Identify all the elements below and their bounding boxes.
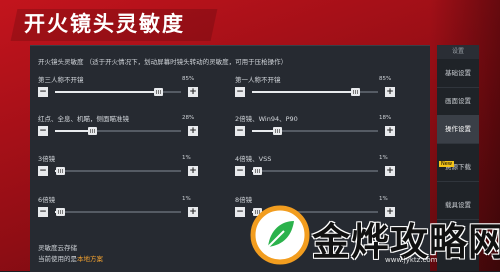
sidebar-item-controls[interactable]: 操作设置 — [437, 115, 479, 144]
slider-track[interactable] — [55, 88, 181, 96]
slider-label: 2倍镜、Win94、P90 — [235, 115, 298, 123]
increase-button[interactable]: + — [188, 126, 198, 136]
decrease-button[interactable]: − — [235, 126, 245, 136]
increase-button[interactable]: + — [385, 87, 395, 97]
slider-fill — [252, 91, 360, 93]
page-title: 开火镜头灵敏度 — [24, 12, 185, 36]
slider-value: 85% — [379, 76, 392, 82]
slider-track[interactable] — [55, 208, 181, 216]
slider-track[interactable] — [55, 127, 181, 135]
slider-track[interactable] — [252, 167, 378, 175]
slider-label: 6倍镜 — [38, 196, 56, 204]
slider-label: 8倍镜 — [235, 196, 253, 204]
sidebar-item-basic[interactable]: 基础设置 — [437, 59, 479, 88]
cloud-status-prefix: 当前使用的是 — [38, 255, 77, 263]
decrease-button[interactable]: − — [235, 166, 245, 176]
new-badge: New — [439, 161, 454, 167]
increase-button[interactable]: + — [188, 166, 198, 176]
slider-fill — [252, 130, 275, 132]
slider-value: 85% — [182, 76, 195, 82]
slider-thumb[interactable] — [273, 127, 283, 135]
slider-thumb[interactable] — [253, 167, 263, 175]
increase-button[interactable]: + — [385, 126, 395, 136]
cloud-status-value[interactable]: 本地方案 — [77, 255, 103, 263]
slider-value: 1% — [379, 155, 388, 161]
cloud-storage-label: 灵敏度云存储 — [38, 244, 77, 252]
leaf-logo-icon — [250, 205, 310, 265]
decrease-button[interactable]: − — [38, 87, 48, 97]
slider-value: 18% — [379, 115, 392, 121]
slider-label: 3倍镜 — [38, 155, 56, 163]
slider-label: 第三人称不开镜 — [38, 76, 84, 84]
slider-thumb[interactable] — [56, 208, 66, 216]
panel-header: 开火镜头灵敏度 （适于开火情况下，划动屏幕时镜头转动的灵敏度，可用于压枪操作） — [38, 58, 288, 66]
slider-track[interactable] — [55, 167, 181, 175]
sidebar-header: 设置 — [437, 45, 479, 59]
slider-label: 红点、全息、机瞄，侧面瞄准镜 — [38, 115, 129, 123]
increase-button[interactable]: + — [188, 207, 198, 217]
sidebar-item-graphics[interactable]: 画面设置 — [437, 87, 479, 116]
slider-thumb[interactable] — [154, 88, 164, 96]
slider-fill — [55, 130, 91, 132]
slider-thumb[interactable] — [87, 127, 97, 135]
slider-value: 1% — [182, 196, 191, 202]
decrease-button[interactable]: − — [38, 207, 48, 217]
decrease-button[interactable]: − — [235, 87, 245, 97]
slider-label: 4倍镜、VSS — [235, 155, 272, 163]
slider-track[interactable] — [252, 88, 378, 96]
slider-label: 第一人称不开镜 — [235, 76, 281, 84]
slider-thumb[interactable] — [351, 88, 361, 96]
decrease-button[interactable]: − — [235, 207, 245, 217]
slider-value: 1% — [182, 155, 191, 161]
slider-value: 1% — [379, 196, 388, 202]
increase-button[interactable]: + — [385, 166, 395, 176]
decrease-button[interactable]: − — [38, 126, 48, 136]
cloud-storage-status: 当前使用的是本地方案 — [38, 253, 103, 263]
watermark-url: www.jyktz.com — [385, 256, 438, 264]
slider-fill — [55, 91, 163, 93]
slider-track[interactable] — [252, 127, 378, 135]
slider-thumb[interactable] — [56, 167, 66, 175]
increase-button[interactable]: + — [188, 87, 198, 97]
decrease-button[interactable]: − — [38, 166, 48, 176]
sidebar-item-downloads[interactable]: 资源下载 — [437, 153, 479, 182]
slider-value: 28% — [182, 115, 195, 121]
